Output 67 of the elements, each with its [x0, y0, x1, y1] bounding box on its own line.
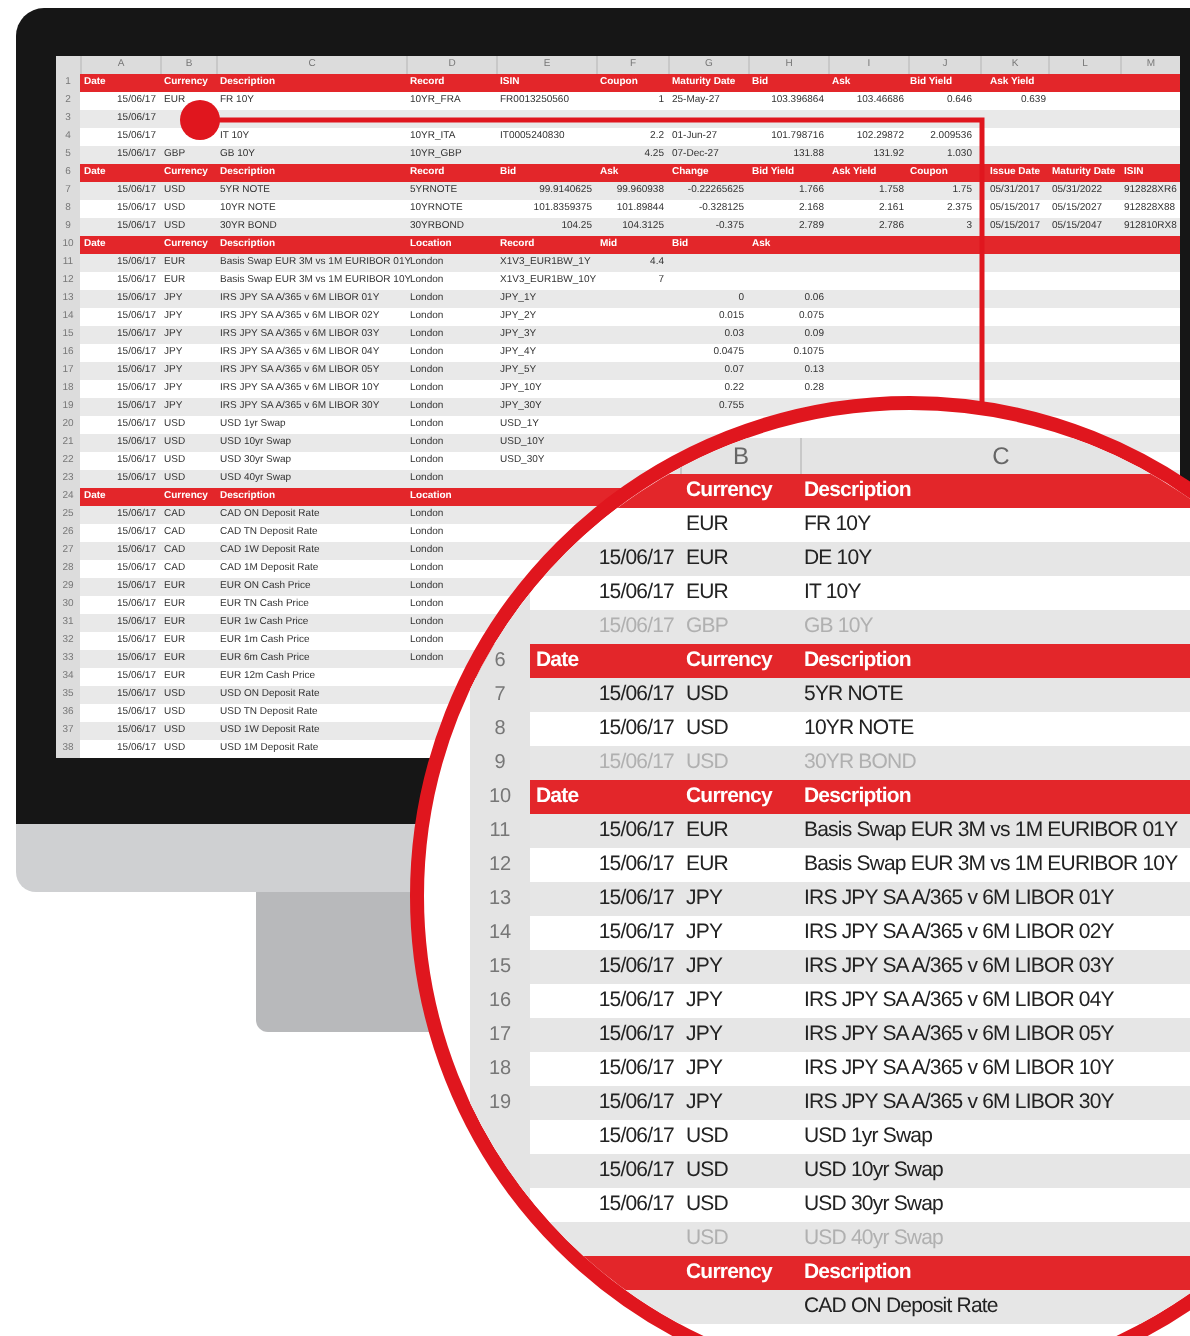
row-number: 14 [470, 916, 530, 950]
table-cell-text: 15/06/17 [598, 815, 674, 846]
table-cell-text: EUR [686, 543, 728, 574]
column-header: Description [804, 1257, 911, 1288]
column-header: Description [804, 781, 911, 812]
table-cell-text: 15/06/17 [598, 1019, 674, 1050]
table-cell-text: IRS JPY SA A/365 v 6M LIBOR 03Y [804, 951, 1114, 982]
table-cell-text: USD [686, 1189, 728, 1220]
row-number: 12 [470, 848, 530, 882]
table-cell-text: JPY [686, 1053, 723, 1084]
table-cell-text: IRS JPY SA A/365 v 6M LIBOR 10Y [804, 1053, 1114, 1084]
table-cell-text: 15/06/17 [598, 1189, 674, 1220]
column-header: Description [804, 475, 911, 506]
table-cell-text: 15/06/17 [598, 849, 674, 880]
table-cell-text: 15/06/17 [598, 713, 674, 744]
table-cell-text: IT 10Y [804, 577, 861, 608]
table-cell-text: 15/06/17 [598, 577, 674, 608]
table-cell-text: 15/06/17 [598, 917, 674, 948]
table-cell-text: 10YR NOTE [804, 713, 914, 744]
table-cell-text: 15/06/17 [598, 543, 674, 574]
table-cell-text: 5YR NOTE [804, 679, 903, 710]
table-cell-text: USD [686, 713, 728, 744]
table-cell-text: 15/06/17 [598, 985, 674, 1016]
table-cell-text: FR 10Y [804, 509, 871, 540]
table-cell-text: USD [686, 679, 728, 710]
table-cell-text: 15/06/17 [598, 1155, 674, 1186]
table-cell-text: Basis Swap EUR 3M vs 1M EURIBOR 10Y [804, 849, 1178, 880]
table-cell-text: USD 30yr Swap [804, 1189, 943, 1220]
table-cell-text: 15/06/17 [598, 883, 674, 914]
column-header: Currency [686, 1257, 772, 1288]
row-number: 18 [470, 1052, 530, 1086]
table-cell-text: IRS JPY SA A/365 v 6M LIBOR 30Y [804, 1087, 1114, 1118]
table-cell-text: EUR [686, 577, 728, 608]
column-header: Currency [686, 475, 772, 506]
table-cell-text: 15/06/17 [598, 951, 674, 982]
table-cell-text: USD 10yr Swap [804, 1155, 943, 1186]
column-header: Date [536, 645, 579, 676]
table-cell-text: IRS JPY SA A/365 v 6M LIBOR 02Y [804, 917, 1114, 948]
table-cell-text: IRS JPY SA A/365 v 6M LIBOR 04Y [804, 985, 1114, 1016]
row-number: 16 [470, 984, 530, 1018]
table-cell-text: 15/06/17 [598, 1121, 674, 1152]
column-header: Description [804, 645, 911, 676]
table-cell-text: JPY [686, 951, 723, 982]
table-cell-text: USD [686, 1121, 728, 1152]
column-header: Date [536, 781, 579, 812]
table-cell-text: EUR [686, 815, 728, 846]
table-cell-text: EUR [686, 509, 728, 540]
table-cell-text: 15/06/17 [598, 679, 674, 710]
table-cell-text: CAD ON Deposit Rate [804, 1291, 998, 1322]
table-cell-text: JPY [686, 1087, 723, 1118]
table-cell-text: USD [686, 1155, 728, 1186]
table-cell-text: JPY [686, 985, 723, 1016]
table-cell-text: IRS JPY SA A/365 v 6M LIBOR 05Y [804, 1019, 1114, 1050]
table-cell-text: 15/06/17 [598, 1053, 674, 1084]
table-cell-text: USD 1yr Swap [804, 1121, 933, 1152]
row-number: 10 [470, 780, 530, 814]
table-cell-text: JPY [686, 883, 723, 914]
row-number: 8 [470, 712, 530, 746]
column-header: Currency [686, 645, 772, 676]
table-cell-text: Basis Swap EUR 3M vs 1M EURIBOR 01Y [804, 815, 1178, 846]
table-cell-text: JPY [686, 917, 723, 948]
table-cell-text: 15/06/17 [598, 1087, 674, 1118]
table-cell-text: JPY [686, 1019, 723, 1050]
table-cell-text: EUR [686, 849, 728, 880]
table-cell-text: IRS JPY SA A/365 v 6M LIBOR 01Y [804, 883, 1114, 914]
column-header: Currency [686, 781, 772, 812]
table-cell-text: DE 10Y [804, 543, 872, 574]
